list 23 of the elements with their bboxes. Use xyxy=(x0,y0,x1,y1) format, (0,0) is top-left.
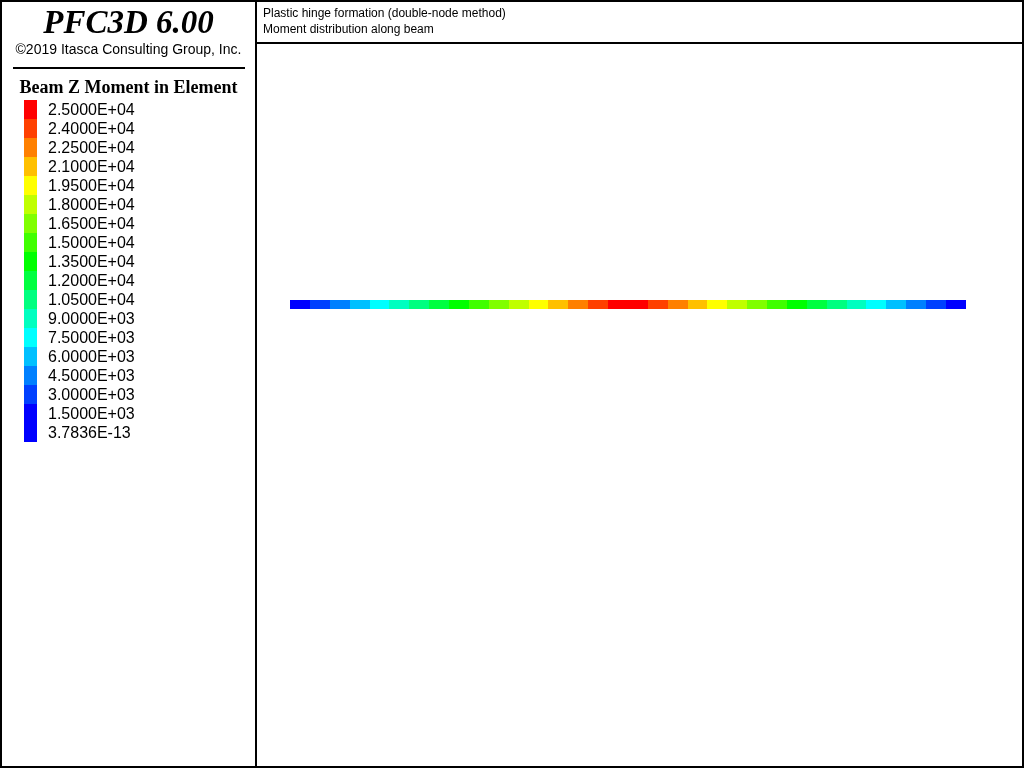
legend-label: 1.5000E+04 xyxy=(48,233,135,252)
legend-label: 2.2500E+04 xyxy=(48,138,135,157)
legend-label: 9.0000E+03 xyxy=(48,309,135,328)
legend-label: 1.8000E+04 xyxy=(48,195,135,214)
legend-title: Beam Z Moment in Element xyxy=(19,77,238,98)
legend-label: 1.6500E+04 xyxy=(48,214,135,233)
plot-subtitle: Moment distribution along beam xyxy=(263,21,435,37)
legend-label: 6.0000E+03 xyxy=(48,347,135,366)
legend-label: 3.0000E+03 xyxy=(48,385,135,404)
legend-label: 4.5000E+03 xyxy=(48,366,135,385)
legend-label: 1.5000E+03 xyxy=(48,404,135,423)
legend-label: 1.2000E+04 xyxy=(48,271,135,290)
legend-label: 7.5000E+03 xyxy=(48,328,135,347)
legend-label: 1.9500E+04 xyxy=(48,176,135,195)
legend-label: 1.3500E+04 xyxy=(48,252,135,271)
legend-label: 2.1000E+04 xyxy=(48,157,135,176)
legend-label: 2.5000E+04 xyxy=(48,100,135,119)
product-title: PFC3D 6.00 xyxy=(43,4,214,40)
copyright-text: ©2019 Itasca Consulting Group, Inc. xyxy=(15,41,242,57)
legend-label: 1.0500E+04 xyxy=(48,290,135,309)
legend-label: 2.4000E+04 xyxy=(48,119,135,138)
plot-title: Plastic hinge formation (double-node method) xyxy=(263,5,507,21)
legend-label: 3.7836E-13 xyxy=(48,423,131,442)
